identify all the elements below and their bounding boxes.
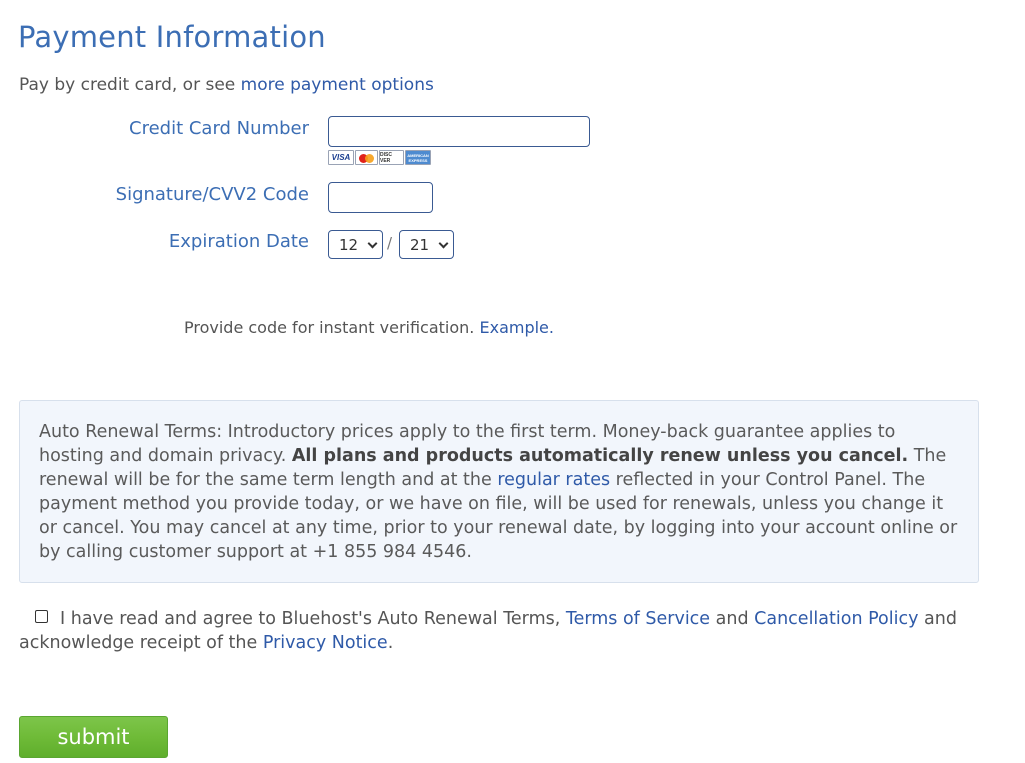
auto-renewal-terms: Auto Renewal Terms: Introductory prices …: [19, 400, 979, 583]
regular-rates-link[interactable]: regular rates: [497, 470, 610, 490]
submit-button[interactable]: submit: [19, 716, 168, 758]
agreement-row: I have read and agree to Bluehost's Auto…: [19, 607, 979, 655]
cvv-input[interactable]: [328, 182, 433, 213]
credit-card-number-input[interactable]: [328, 116, 590, 147]
expiration-year-value: 21: [410, 235, 430, 254]
expiration-date-label: Expiration Date: [168, 231, 309, 252]
cvv-label: Signature/CVV2 Code: [115, 184, 309, 205]
mastercard-card-icon: [355, 150, 378, 165]
amex-card-icon: AMERICAN EXPRESS: [405, 150, 431, 165]
example-link[interactable]: Example.: [479, 318, 554, 337]
agree-checkbox[interactable]: [35, 610, 48, 623]
chevron-down-icon: [367, 238, 378, 249]
terms-bold-notice: All plans and products automatically ren…: [291, 446, 909, 466]
verification-note: Provide code for instant verification. E…: [184, 318, 554, 337]
chevron-down-icon: [438, 238, 449, 249]
cancellation-policy-link[interactable]: Cancellation Policy: [754, 609, 918, 629]
more-payment-options-link[interactable]: more payment options: [241, 75, 434, 95]
agreement-text-4: .: [387, 633, 394, 653]
date-separator: /: [387, 234, 393, 252]
discover-card-icon: DISC VER: [379, 150, 404, 165]
agreement-text-1: I have read and agree to Bluehost's Auto…: [60, 609, 566, 629]
intro-text: Pay by credit card, or see: [19, 75, 241, 95]
verification-text: Provide code for instant verification.: [184, 318, 480, 337]
agreement-text-2: and: [710, 609, 755, 629]
privacy-notice-link[interactable]: Privacy Notice: [263, 633, 388, 653]
expiration-month-value: 12: [339, 235, 359, 254]
expiration-year-select[interactable]: 21: [399, 230, 454, 259]
visa-card-icon: VISA: [328, 150, 354, 165]
terms-of-service-link[interactable]: Terms of Service: [566, 609, 710, 629]
payment-page: Payment Information Pay by credit card, …: [0, 0, 1025, 763]
page-title: Payment Information: [18, 20, 326, 54]
payment-intro: Pay by credit card, or see more payment …: [19, 75, 434, 95]
credit-card-label: Credit Card Number: [129, 118, 309, 139]
accepted-cards: VISA DISC VER AMERICAN EXPRESS: [328, 150, 431, 166]
expiration-month-select[interactable]: 12: [328, 230, 383, 259]
